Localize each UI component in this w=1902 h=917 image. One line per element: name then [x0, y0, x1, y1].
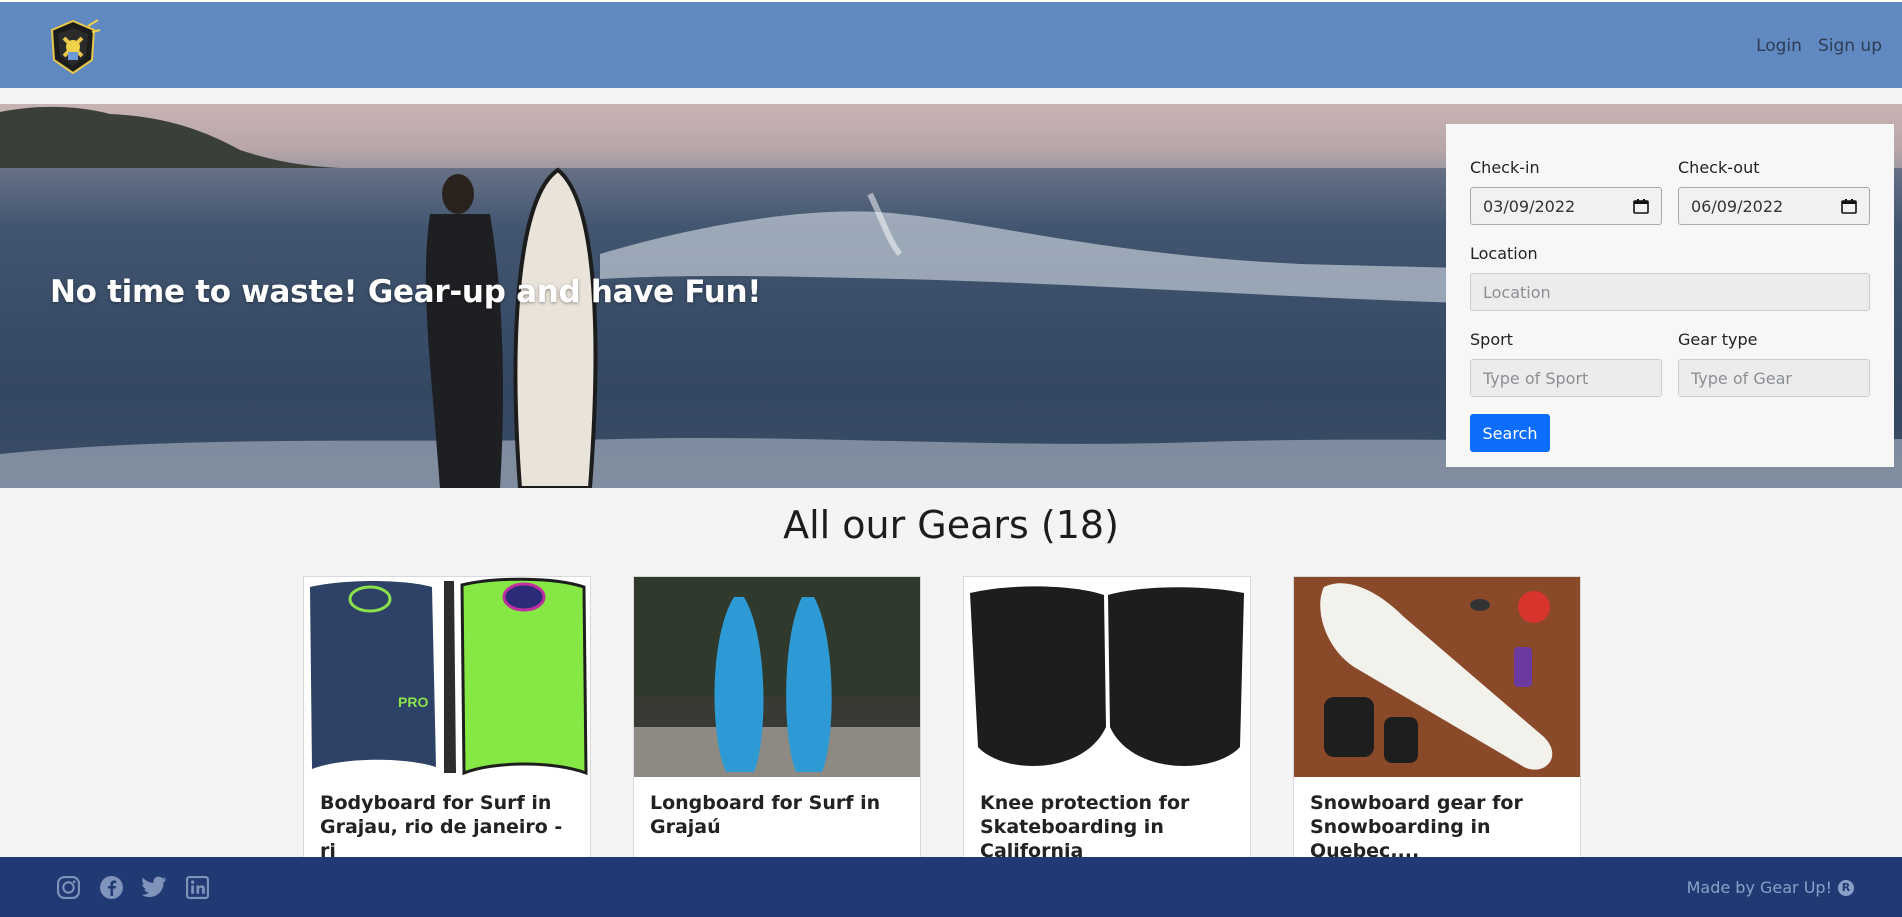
- gear-card[interactable]: Longboard for Surf in Grajaú: [633, 576, 921, 876]
- footer-credit: Made by Gear Up! R: [1687, 878, 1854, 897]
- gear-card[interactable]: Knee protection for Skateboarding in Cal…: [963, 576, 1251, 876]
- search-button[interactable]: Search: [1470, 414, 1550, 452]
- gear-card-title: Bodyboard for Surf in Grajau, rio de jan…: [320, 792, 563, 862]
- gear-type-placeholder: Type of Gear: [1691, 368, 1792, 388]
- search-form: Check-in 03/09/2022 Check-out 06/09/2022…: [1446, 124, 1894, 467]
- snowboard-image: [1294, 577, 1580, 777]
- checkin-value: 03/09/2022: [1483, 196, 1576, 216]
- gear-card[interactable]: Snowboard gear for Snowboarding in Quebe…: [1293, 576, 1581, 876]
- hero-title: No time to waste! Gear-up and have Fun!: [50, 274, 762, 310]
- navbar: Login Sign up: [0, 0, 1902, 88]
- registered-mark-icon: R: [1838, 879, 1854, 896]
- longboard-image: [634, 577, 920, 777]
- gear-card-title: Snowboard gear for Snowboarding in Quebe…: [1310, 792, 1523, 862]
- linkedin-icon[interactable]: [185, 875, 210, 900]
- checkout-date-input[interactable]: 06/09/2022: [1678, 187, 1870, 225]
- knee-pads-image: [964, 577, 1250, 777]
- checkin-date-input[interactable]: 03/09/2022: [1470, 187, 1662, 225]
- checkout-value: 06/09/2022: [1691, 196, 1784, 216]
- sport-label: Sport: [1470, 330, 1513, 349]
- sport-placeholder: Type of Sport: [1483, 368, 1589, 388]
- footer: Made by Gear Up! R: [0, 857, 1902, 917]
- gear-type-label: Gear type: [1678, 330, 1758, 349]
- gear-card[interactable]: PRO Bodyboard for Surf in Grajau, rio de…: [303, 576, 591, 876]
- made-by-text: Made by Gear Up!: [1686, 878, 1832, 897]
- gear-card-title: Longboard for Surf in Grajaú: [650, 792, 881, 838]
- gear-type-input[interactable]: Type of Gear: [1678, 359, 1870, 397]
- twitter-icon[interactable]: [142, 875, 167, 900]
- instagram-icon[interactable]: [56, 875, 81, 900]
- checkin-label: Check-in: [1470, 158, 1540, 177]
- svg-text:PRO: PRO: [398, 694, 428, 710]
- location-input[interactable]: Location: [1470, 273, 1870, 311]
- signup-link[interactable]: Sign up: [1818, 36, 1882, 56]
- location-label: Location: [1470, 244, 1538, 263]
- checkout-label: Check-out: [1678, 158, 1760, 177]
- facebook-icon[interactable]: [99, 875, 124, 900]
- gear-card-title: Knee protection for Skateboarding in Cal…: [980, 792, 1190, 862]
- calendar-icon[interactable]: [1633, 198, 1649, 214]
- sport-input[interactable]: Type of Sport: [1470, 359, 1662, 397]
- bodyboard-image: PRO: [304, 577, 590, 777]
- gears-section-title: All our Gears (18): [783, 503, 1119, 547]
- location-placeholder: Location: [1483, 282, 1551, 302]
- calendar-icon[interactable]: [1841, 198, 1857, 214]
- gear-up-logo-icon[interactable]: [44, 18, 102, 76]
- login-link[interactable]: Login: [1756, 36, 1802, 56]
